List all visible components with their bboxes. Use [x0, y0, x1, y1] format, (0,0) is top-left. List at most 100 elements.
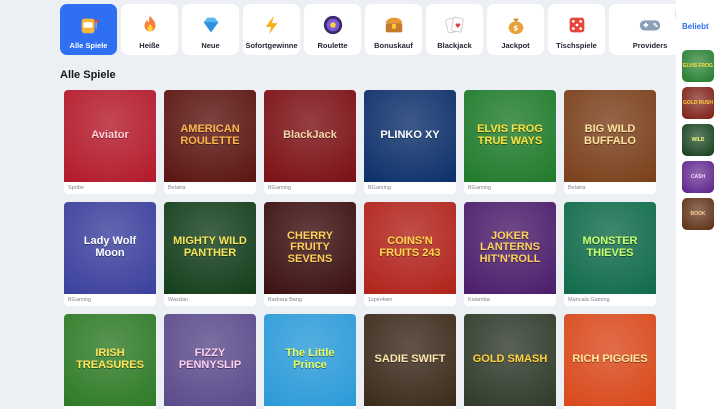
popular-game-thumb[interactable]: WILD: [682, 124, 714, 156]
game-title: The Little Prince: [285, 347, 335, 371]
category-tischspiele[interactable]: Tischspiele: [548, 4, 605, 55]
section-title: Alle Spiele: [60, 69, 116, 81]
category-blackjack[interactable]: ♥ Blackjack: [426, 4, 483, 55]
game-thumbnail[interactable]: PLINKO XY: [364, 90, 456, 182]
game-thumbnail[interactable]: SADIE SWIFT: [364, 314, 456, 406]
game-provider: Belatra: [168, 185, 186, 191]
category-bonuskauf[interactable]: Bonuskauf: [365, 4, 422, 55]
game-provider: Wazdan: [168, 297, 188, 303]
category-label: Alle Spiele: [69, 41, 108, 50]
game-thumbnail[interactable]: The Little Prince: [264, 314, 356, 406]
game-card[interactable]: PLINKO XY BGaming: [364, 90, 456, 194]
game-provider: Belatra: [568, 185, 586, 191]
svg-text:♥: ♥: [455, 22, 461, 30]
category-sofortgewinne[interactable]: Sofortgewinne: [243, 4, 300, 55]
category-label: Neue: [201, 41, 220, 50]
game-thumbnail[interactable]: CHERRY FRUITY SEVENS: [264, 202, 356, 294]
game-title: RICH PIGGIES: [572, 353, 648, 366]
popular-game-label: BOOK: [690, 210, 706, 217]
category-label: Providers: [632, 41, 668, 50]
game-provider: BGaming: [268, 185, 291, 191]
game-title: GOLD SMASH: [472, 353, 548, 366]
game-title: Aviator: [91, 129, 129, 142]
category-neue[interactable]: Neue: [182, 4, 239, 55]
game-thumbnail[interactable]: FIZZY PENNYSLIP: [164, 314, 256, 406]
game-thumbnail[interactable]: GOLD SMASH: [464, 314, 556, 406]
game-title: FIZZY PENNYSLIP: [178, 347, 242, 371]
game-title: MONSTER THIEVES: [582, 235, 638, 259]
game-title: BlackJack: [283, 129, 337, 142]
game-title: COINS'N FRUITS 243: [379, 235, 441, 259]
game-card[interactable]: BlackJack BGaming: [264, 90, 356, 194]
game-card[interactable]: COINS'N FRUITS 243 1spin4win: [364, 202, 456, 306]
game-title: AMERICAN ROULETTE: [180, 123, 240, 147]
game-title: SADIE SWIFT: [374, 353, 446, 366]
category-hei-e[interactable]: Heiße: [121, 4, 178, 55]
popular-game-label: CASH: [690, 173, 706, 180]
game-provider: 1spin4win: [368, 297, 393, 303]
game-card[interactable]: RICH PIGGIES: [564, 314, 656, 409]
dice-icon: [565, 13, 589, 37]
game-title: JOKER LANTERNS HIT'N'ROLL: [479, 229, 541, 265]
game-title: IRISH TREASURES: [76, 347, 144, 371]
game-thumbnail[interactable]: MONSTER THIEVES: [564, 202, 656, 294]
game-provider: Kalamba: [468, 297, 490, 303]
category-bar: Alle Spiele Heiße Neue Sofortgewinne Roulett…: [60, 4, 691, 55]
game-provider: BGaming: [368, 185, 391, 191]
game-card[interactable]: BIG WILD BUFFALO Belatra: [564, 90, 656, 194]
category-label: Jackpot: [501, 41, 530, 50]
popular-game-thumb[interactable]: GOLD RUSH: [682, 87, 714, 119]
game-thumbnail[interactable]: Lady Wolf Moon: [64, 202, 156, 294]
roulette-icon: [321, 13, 345, 37]
category-label: Bonuskauf: [374, 41, 413, 50]
category-label: Heiße: [139, 41, 160, 50]
game-card[interactable]: GOLD SMASH: [464, 314, 556, 409]
game-card[interactable]: FIZZY PENNYSLIP: [164, 314, 256, 409]
category-label: Roulette: [317, 41, 348, 50]
game-title: PLINKO XY: [380, 129, 440, 142]
category-label: Blackjack: [437, 41, 472, 50]
game-title: BIG WILD BUFFALO: [584, 123, 636, 147]
popular-game-label: GOLD RUSH: [683, 99, 713, 106]
game-thumbnail[interactable]: ELVIS FROG TRUE WAYS: [464, 90, 556, 182]
popular-game-thumb[interactable]: ELVIS FROG: [682, 50, 714, 82]
game-thumbnail[interactable]: BIG WILD BUFFALO: [564, 90, 656, 182]
category-alle-spiele[interactable]: Alle Spiele: [60, 4, 117, 55]
category-roulette[interactable]: Roulette: [304, 4, 361, 55]
game-title: MIGHTY WILD PANTHER: [173, 235, 247, 259]
game-card[interactable]: ELVIS FROG TRUE WAYS BGaming: [464, 90, 556, 194]
game-card[interactable]: Aviator Spribe: [64, 90, 156, 194]
game-title: ELVIS FROG TRUE WAYS: [477, 123, 543, 147]
category-jackpot[interactable]: $ Jackpot: [487, 4, 544, 55]
game-thumbnail[interactable]: IRISH TREASURES: [64, 314, 156, 406]
game-provider: Spribe: [68, 185, 84, 191]
game-card[interactable]: Lady Wolf Moon BGaming: [64, 202, 156, 306]
game-card[interactable]: MONSTER THIEVES Mancala Gaming: [564, 202, 656, 306]
popular-sidebar: Beliebt ELVIS FROG GOLD RUSH WILD CASH BOOK: [676, 0, 720, 409]
game-card[interactable]: AMERICAN ROULETTE Belatra: [164, 90, 256, 194]
popular-game-thumb[interactable]: CASH: [682, 161, 714, 193]
popular-game-label: WILD: [691, 136, 705, 143]
game-title: CHERRY FRUITY SEVENS: [286, 229, 334, 265]
game-card[interactable]: JOKER LANTERNS HIT'N'ROLL Kalamba: [464, 202, 556, 306]
game-grid: Aviator Spribe AMERICAN ROULETTE Belatra Bla…: [64, 90, 656, 409]
game-card[interactable]: SADIE SWIFT: [364, 314, 456, 409]
game-card[interactable]: The Little Prince: [264, 314, 356, 409]
treasure-chest-icon: [382, 13, 406, 37]
game-card[interactable]: CHERRY FRUITY SEVENS Barbara Bang: [264, 202, 356, 306]
game-provider: Mancala Gaming: [568, 297, 610, 303]
game-thumbnail[interactable]: MIGHTY WILD PANTHER: [164, 202, 256, 294]
game-title: Lady Wolf Moon: [83, 235, 137, 259]
game-card[interactable]: MIGHTY WILD PANTHER Wazdan: [164, 202, 256, 306]
popular-game-thumb[interactable]: BOOK: [682, 198, 714, 230]
lightning-icon: [260, 13, 284, 37]
game-thumbnail[interactable]: Aviator: [64, 90, 156, 182]
game-thumbnail[interactable]: BlackJack: [264, 90, 356, 182]
game-thumbnail[interactable]: RICH PIGGIES: [564, 314, 656, 406]
game-card[interactable]: IRISH TREASURES: [64, 314, 156, 409]
category-label: Sofortgewinne: [245, 41, 298, 50]
game-thumbnail[interactable]: AMERICAN ROULETTE: [164, 90, 256, 182]
sidebar-title: Beliebt: [682, 22, 709, 31]
game-thumbnail[interactable]: JOKER LANTERNS HIT'N'ROLL: [464, 202, 556, 294]
game-thumbnail[interactable]: COINS'N FRUITS 243: [364, 202, 456, 294]
